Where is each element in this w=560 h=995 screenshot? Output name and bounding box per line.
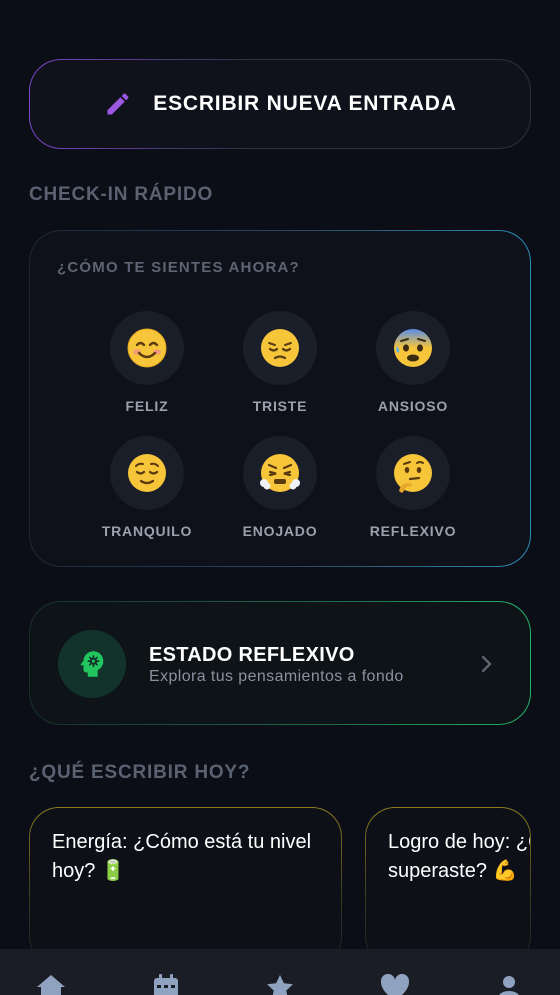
mood-option-triste[interactable]: TRISTE	[220, 311, 340, 414]
mood-label: ENOJADO	[242, 523, 318, 539]
mood-option-ansioso[interactable]: ANSIOSO	[353, 311, 473, 414]
pensive-face-icon	[261, 329, 299, 367]
prompt-card[interactable]: Logro de hoy: ¿Q superaste? 💪	[365, 807, 531, 967]
nav-calendar[interactable]	[148, 973, 184, 995]
anxious-face-icon	[394, 329, 432, 367]
state-subtitle: Explora tus pensamientos a fondo	[149, 668, 404, 685]
mood-label: TRISTE	[252, 398, 308, 414]
mood-emoji-bubble	[243, 311, 317, 385]
smiling-face-icon	[127, 328, 167, 368]
mood-option-reflexivo[interactable]: REFLEXIVO	[353, 436, 473, 539]
mood-question: ¿CÓMO TE SIENTES AHORA?	[57, 259, 300, 276]
relieved-face-icon	[128, 454, 166, 492]
journal-home-screen: ESCRIBIR NUEVA ENTRADA CHECK-IN RÁPIDO ¿…	[0, 0, 560, 995]
new-entry-button[interactable]: ESCRIBIR NUEVA ENTRADA	[29, 59, 531, 149]
prompt-text: Energía: ¿Cómo está tu nivel hoy? 🔋	[52, 828, 341, 886]
home-icon	[37, 975, 65, 995]
mood-option-tranquilo[interactable]: TRANQUILO	[87, 436, 207, 539]
prompt-line: Logro de hoy: ¿Q	[388, 831, 531, 853]
prompt-line: hoy? 🔋	[52, 860, 126, 882]
mood-emoji-bubble	[376, 436, 450, 510]
steam-face-icon	[260, 454, 300, 492]
mood-label: REFLEXIVO	[369, 523, 457, 539]
prompt-line: Energía: ¿Cómo está tu nivel	[52, 831, 312, 853]
mood-emoji-bubble	[243, 436, 317, 510]
star-icon	[267, 975, 293, 995]
mood-emoji-bubble	[110, 311, 184, 385]
mood-label: ANSIOSO	[377, 398, 449, 414]
pencil-icon	[103, 89, 133, 119]
prompt-text: Logro de hoy: ¿Q superaste? 💪	[388, 828, 531, 886]
mood-label: FELIZ	[125, 398, 169, 414]
chevron-right-icon	[480, 654, 494, 678]
prompts-heading: ¿QUÉ ESCRIBIR HOY?	[29, 762, 251, 783]
quick-checkin-heading: CHECK-IN RÁPIDO	[29, 184, 214, 205]
prompt-line: superaste? 💪	[388, 860, 518, 882]
thinking-face-icon	[394, 454, 432, 493]
mood-emoji-bubble	[110, 436, 184, 510]
mood-emoji-bubble	[376, 311, 450, 385]
quick-checkin-card: ¿CÓMO TE SIENTES AHORA? FELIZ TRISTE ANS…	[29, 230, 531, 567]
state-title: ESTADO REFLEXIVO	[149, 644, 355, 666]
nav-home[interactable]	[33, 973, 69, 995]
prompt-card[interactable]: Energía: ¿Cómo está tu nivel hoy? 🔋	[29, 807, 342, 967]
mood-label: TRANQUILO	[101, 523, 193, 539]
nav-profile[interactable]	[491, 973, 527, 995]
bottom-nav	[0, 949, 560, 995]
new-entry-label: ESCRIBIR NUEVA ENTRADA	[153, 92, 457, 115]
reflexive-state-card[interactable]: ESTADO REFLEXIVO Explora tus pensamiento…	[29, 601, 531, 725]
mood-option-feliz[interactable]: FELIZ	[87, 311, 207, 414]
head-gear-icon	[58, 630, 126, 698]
nav-favorites[interactable]	[262, 973, 298, 995]
nav-health[interactable]	[377, 973, 413, 995]
calendar-icon	[154, 974, 178, 995]
mood-option-enojado[interactable]: ENOJADO	[220, 436, 340, 539]
heart-icon	[380, 973, 410, 995]
user-icon	[499, 976, 519, 995]
